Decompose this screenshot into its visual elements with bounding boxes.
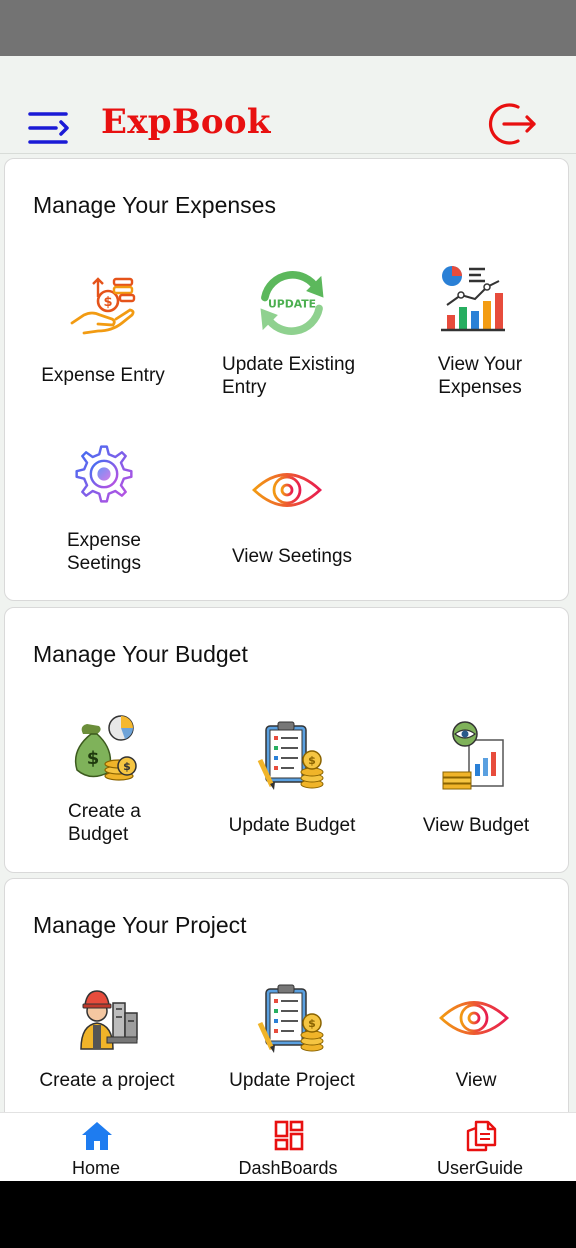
tile-label: Expense Entry — [41, 365, 165, 386]
app-title: ExpBook — [101, 102, 271, 142]
status-bar — [0, 0, 576, 56]
menu-icon[interactable] — [28, 110, 70, 146]
view-project-tile[interactable]: View — [381, 977, 561, 1107]
bottom-navigation: Home DashBoards UserGuide — [0, 1112, 576, 1181]
tile-label: View Your Expenses — [437, 354, 523, 398]
nav-label: UserGuide — [436, 1158, 524, 1178]
tile-label: Update Existing Entry — [222, 354, 356, 398]
section-title: Manage Your Expenses — [33, 192, 276, 218]
view-settings-tile[interactable]: View Seetings — [200, 439, 380, 579]
section-title: Manage Your Project — [33, 912, 247, 938]
nav-home[interactable]: Home — [0, 1113, 192, 1182]
dashboard-icon — [274, 1120, 304, 1151]
tile-label: Create a project — [39, 1070, 175, 1091]
nav-userguide[interactable]: UserGuide — [384, 1113, 576, 1182]
nav-label: DashBoards — [238, 1158, 338, 1178]
budget-card: Manage Your Budget $ $ Create a Budget $… — [4, 607, 569, 873]
view-expenses-tile[interactable]: View Your Expenses — [381, 259, 561, 399]
svg-text:$: $ — [87, 748, 100, 769]
money-bag-icon: $ $ — [74, 715, 137, 781]
tile-label: Update Project — [229, 1070, 355, 1091]
money-hand-icon: $ — [70, 277, 136, 335]
tile-label: Create a Budget — [68, 801, 141, 845]
expense-settings-tile[interactable]: Expense Seetings — [13, 439, 193, 579]
update-budget-tile[interactable]: $ Update Budget — [200, 708, 380, 848]
logout-icon[interactable] — [488, 101, 538, 147]
create-project-tile[interactable]: Create a project — [13, 977, 193, 1107]
expense-entry-tile[interactable]: $ Expense Entry — [13, 259, 193, 399]
section-title: Manage Your Budget — [33, 641, 248, 667]
svg-text:$: $ — [123, 760, 131, 773]
view-budget-tile[interactable]: View Budget — [381, 708, 561, 848]
analytics-chart-icon — [441, 266, 505, 332]
svg-text:UPDATE: UPDATE — [268, 297, 316, 310]
home-icon — [82, 1122, 112, 1150]
svg-text:$: $ — [103, 295, 112, 310]
system-navigation-bar — [0, 1181, 576, 1248]
update-cycle-icon: UPDATE — [260, 271, 324, 335]
update-project-tile[interactable]: $ Update Project — [200, 977, 380, 1107]
svg-text:$: $ — [308, 1017, 316, 1030]
clipboard-coins-icon: $ — [257, 721, 324, 790]
app-bar: ExpBook — [0, 56, 576, 154]
update-entry-tile[interactable]: UPDATE Update Existing Entry — [200, 259, 380, 399]
gear-icon — [75, 445, 133, 503]
tile-label: Expense Seetings — [67, 530, 141, 574]
expenses-card: Manage Your Expenses $ Expense Entry UPD… — [4, 158, 569, 601]
tile-label: View Budget — [422, 815, 530, 836]
tile-label: View — [455, 1070, 497, 1091]
project-card: Manage Your Project Create a project $ U… — [4, 878, 569, 1112]
eye-icon — [439, 1001, 509, 1035]
report-eye-icon — [442, 721, 504, 790]
document-icon — [466, 1120, 497, 1152]
tile-label: Update Budget — [228, 815, 356, 836]
engineer-icon — [80, 990, 138, 1050]
dashboard-content[interactable]: Manage Your Expenses $ Expense Entry UPD… — [0, 155, 576, 1112]
nav-dashboards[interactable]: DashBoards — [192, 1113, 384, 1182]
clipboard-coins-icon: $ — [257, 984, 324, 1053]
create-budget-tile[interactable]: $ $ Create a Budget — [13, 708, 193, 848]
nav-label: Home — [71, 1158, 120, 1178]
eye-icon — [252, 473, 322, 507]
svg-text:$: $ — [308, 754, 316, 767]
tile-label: View Seetings — [231, 546, 353, 567]
